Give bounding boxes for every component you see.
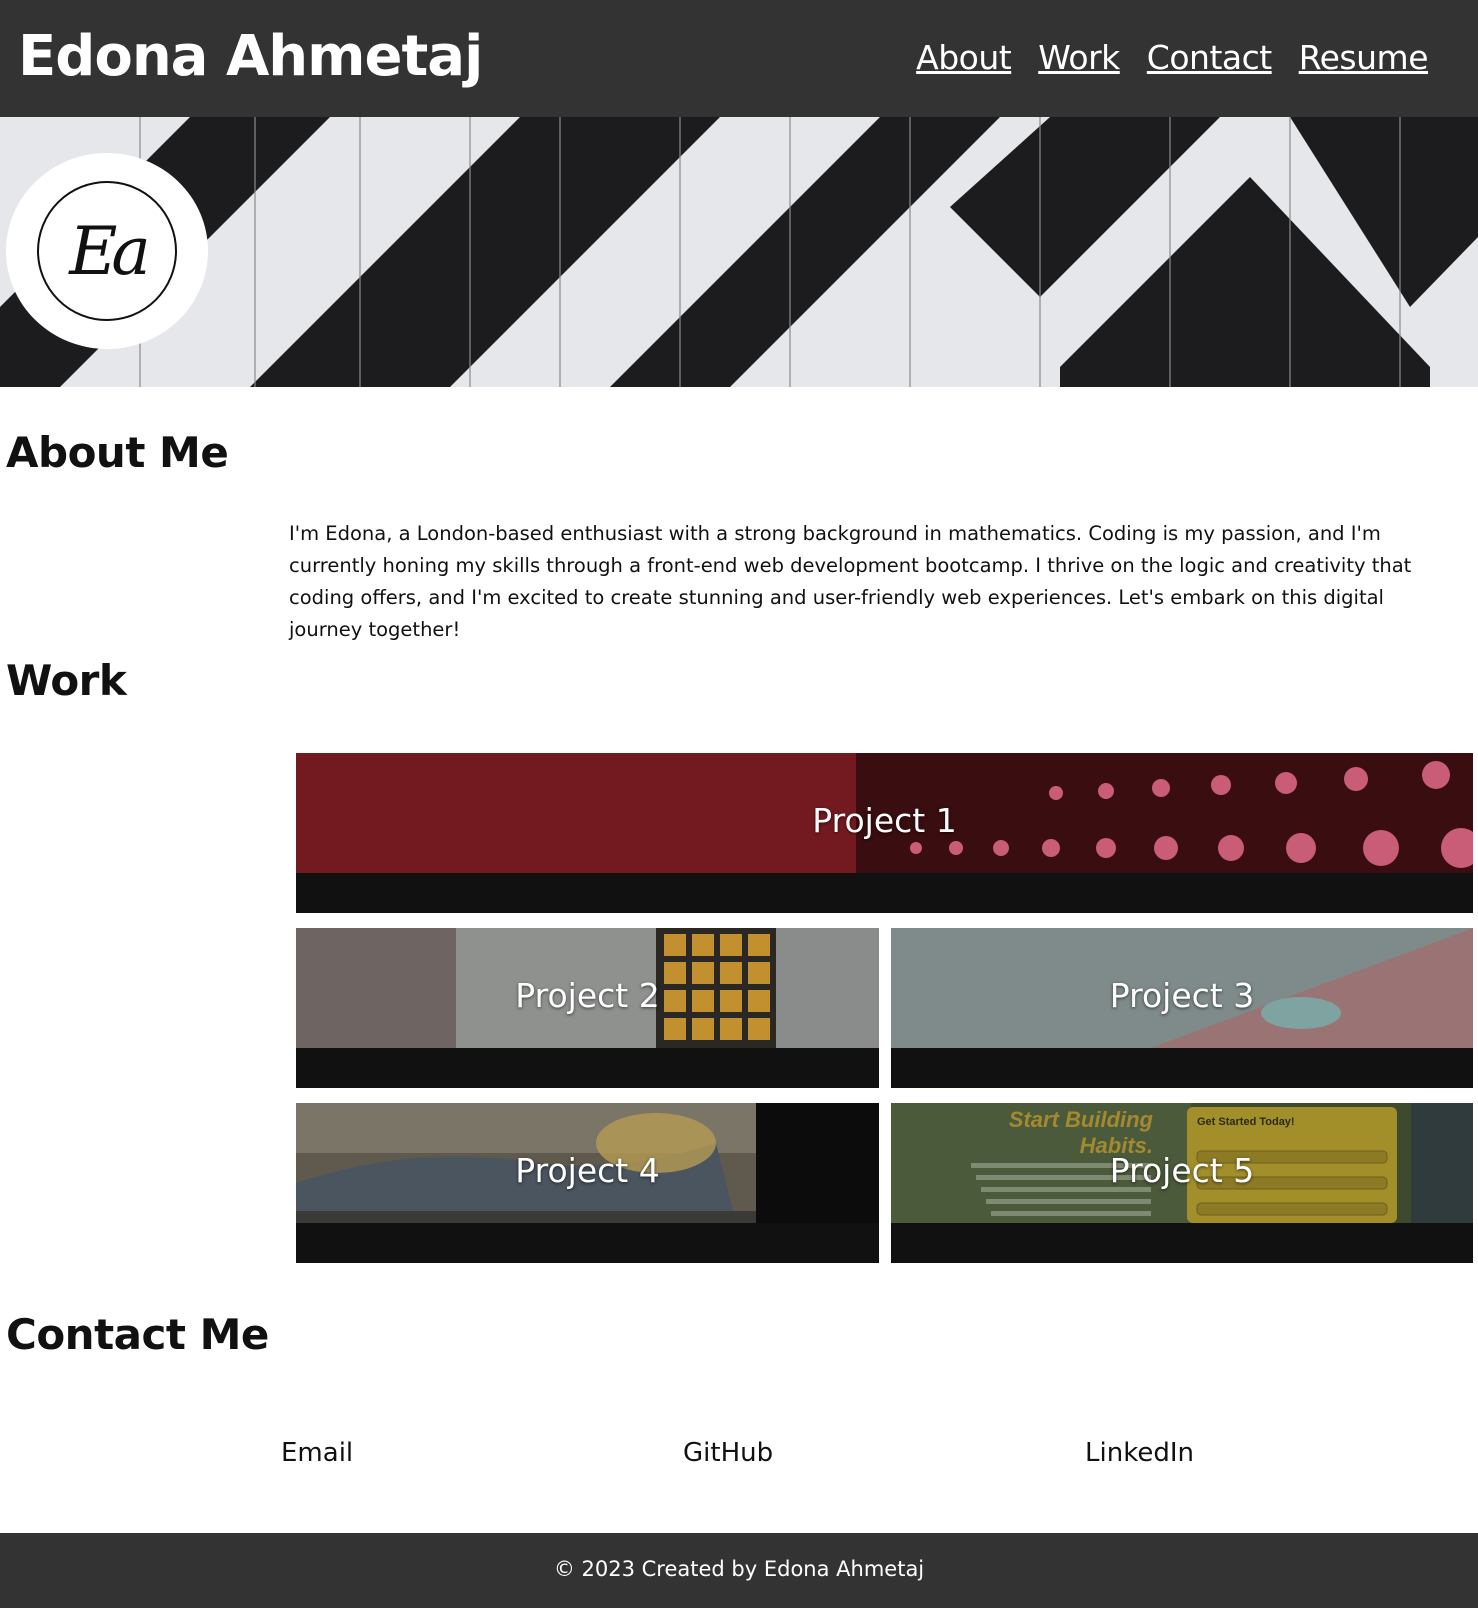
nav-link-contact[interactable]: Contact (1147, 34, 1272, 82)
site-header: Edona Ahmetaj About Work Contact Resume (0, 0, 1478, 117)
project-2-label: Project 2 (515, 976, 660, 1015)
site-title: Edona Ahmetaj (18, 24, 483, 89)
project-card-4[interactable]: Project 4 (296, 1103, 879, 1263)
logo-badge: Ea (6, 153, 208, 349)
work-heading: Work (6, 656, 127, 705)
contact-link-email[interactable]: Email (281, 1438, 353, 1468)
nav-link-about[interactable]: About (916, 34, 1012, 82)
hero-background-image (0, 117, 1478, 387)
project-card-2[interactable]: Project 2 (296, 928, 879, 1088)
contact-link-github[interactable]: GitHub (683, 1438, 773, 1468)
project-5-label: Project 5 (1109, 1151, 1255, 1190)
project-card-5[interactable]: Start Building Habits. Get Started Today… (891, 1103, 1473, 1263)
project-3-label: Project 3 (1109, 976, 1255, 1015)
main-nav: About Work Contact Resume (916, 34, 1428, 82)
project-4-label: Project 4 (515, 1151, 660, 1190)
project-card-3[interactable]: Project 3 (891, 928, 1473, 1088)
svg-text:Start Building: Start Building (1009, 1107, 1154, 1132)
svg-text:Get Started Today!: Get Started Today! (1197, 1116, 1295, 1128)
site-footer: © 2023 Created by Edona Ahmetaj (0, 1533, 1478, 1608)
project-1-label: Project 1 (812, 801, 957, 840)
logo-monogram: Ea (37, 181, 177, 321)
about-text: I'm Edona, a London-based enthusiast wit… (289, 522, 1412, 641)
nav-link-work[interactable]: Work (1038, 34, 1120, 82)
about-heading: About Me (6, 428, 229, 477)
contact-heading: Contact Me (6, 1310, 269, 1359)
footer-copyright: © 2023 Created by Edona Ahmetaj (553, 1557, 925, 1581)
project-card-1[interactable]: Project 1 (296, 753, 1473, 913)
hero-banner: Ea (0, 117, 1478, 387)
contact-link-linkedin[interactable]: LinkedIn (1085, 1438, 1194, 1468)
nav-link-resume[interactable]: Resume (1299, 34, 1429, 82)
